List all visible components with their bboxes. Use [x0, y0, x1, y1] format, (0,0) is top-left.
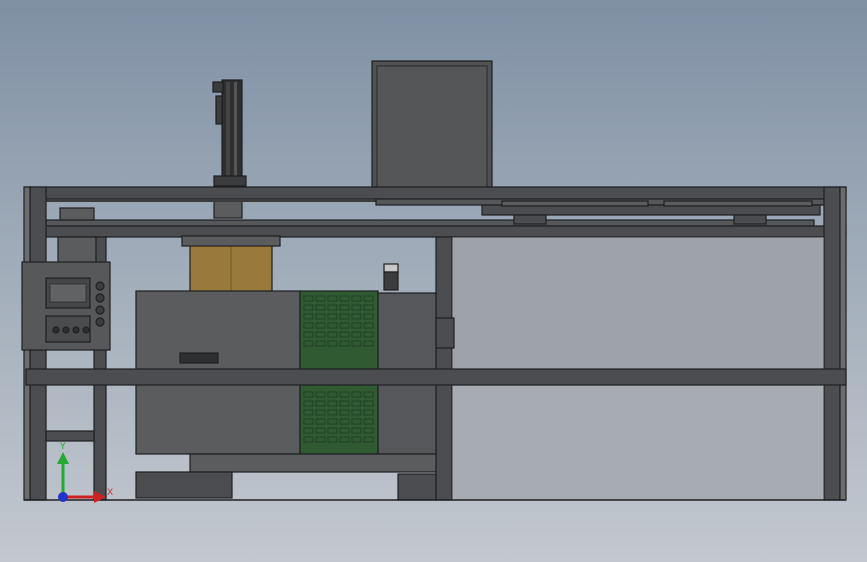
- triad-y-arrowhead: [57, 452, 69, 464]
- upper-enclosure-panel[interactable]: [371, 60, 493, 192]
- rear-panel-upper: [451, 236, 825, 370]
- control-knob-4[interactable]: [95, 317, 105, 327]
- mounting-plate[interactable]: [45, 198, 825, 227]
- material-roll[interactable]: [181, 235, 281, 293]
- triad-x-label: X: [107, 488, 114, 498]
- base-rail[interactable]: [135, 453, 437, 501]
- cad-viewport[interactable]: X Y: [0, 0, 867, 562]
- control-knob-1[interactable]: [95, 281, 105, 291]
- beacon-sensor[interactable]: [383, 263, 399, 291]
- frame-lower-brace: [45, 430, 95, 442]
- frame-upper-crossbar[interactable]: [25, 225, 847, 238]
- frame-mid-crossbar[interactable]: [25, 368, 847, 386]
- frame-right-post[interactable]: [823, 186, 841, 501]
- rear-panel-lower: [451, 384, 825, 501]
- assembly-side-view[interactable]: [0, 0, 867, 562]
- triad-origin: [58, 492, 68, 502]
- triad-y-label: Y: [60, 442, 66, 452]
- control-knob-3[interactable]: [95, 305, 105, 315]
- control-knob-2[interactable]: [95, 293, 105, 303]
- frame-right-outer-edge: [839, 186, 847, 501]
